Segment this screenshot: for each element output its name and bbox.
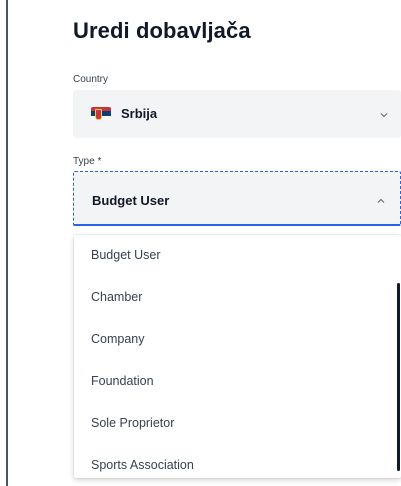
type-select[interactable]: Budget User: [73, 171, 401, 226]
chevron-down-icon: [380, 113, 388, 118]
country-value: Srbija: [121, 106, 158, 121]
chevron-up-icon: [377, 198, 385, 203]
dropdown-option-foundation[interactable]: Foundation: [91, 374, 154, 388]
type-label: Type *: [73, 156, 102, 167]
dropdown-option-budget-user[interactable]: Budget User: [91, 248, 160, 262]
left-divider: [6, 0, 8, 486]
page-title: Uredi dobavljača: [73, 18, 251, 43]
country-label: Country: [73, 74, 109, 85]
dropdown-option-company[interactable]: Company: [91, 332, 145, 346]
serbia-flag-icon: [91, 107, 111, 120]
dropdown-option-sole-proprietor[interactable]: Sole Proprietor: [91, 416, 174, 430]
dropdown-option-sports-association[interactable]: Sports Association: [91, 458, 194, 472]
dropdown-option-chamber[interactable]: Chamber: [91, 290, 142, 304]
type-dropdown-menu: Budget User Chamber Company Foundation S…: [74, 235, 401, 478]
country-select[interactable]: Srbija: [73, 90, 401, 138]
type-value: Budget User: [92, 193, 170, 208]
edit-supplier-page: Uredi dobavljača Country Srbija Type * B…: [0, 0, 401, 486]
dropdown-scrollbar[interactable]: [397, 283, 400, 471]
